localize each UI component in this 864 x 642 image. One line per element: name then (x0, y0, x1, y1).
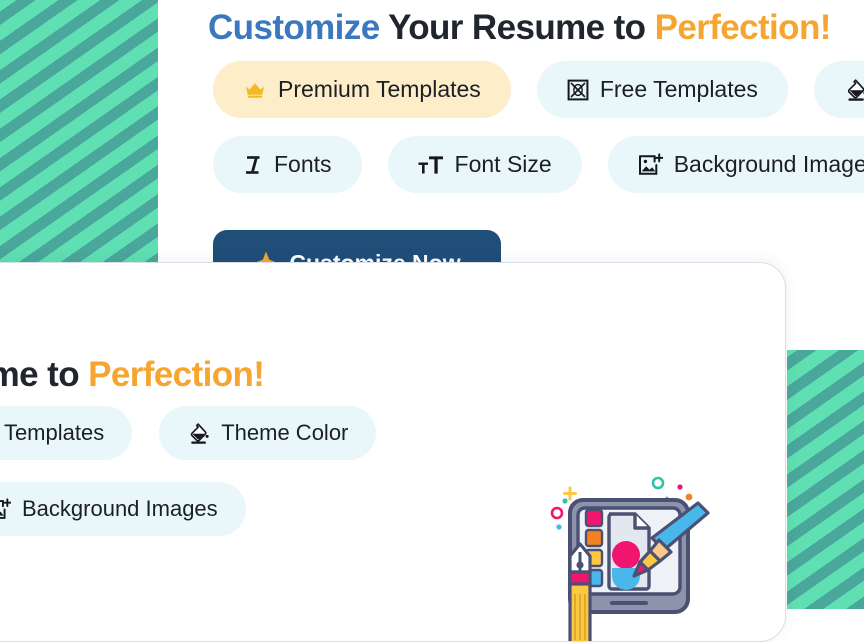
stripe-pattern (787, 350, 864, 609)
pill-label: Theme Color (221, 420, 349, 445)
card-pill-theme-color[interactable]: Theme Color (159, 406, 377, 460)
card-pill-background-images[interactable]: Background Images (0, 482, 246, 536)
pill-free-templates[interactable]: Free Templates (536, 61, 788, 118)
font-size-icon (418, 154, 444, 176)
pill-label: Premium Templates (278, 76, 481, 102)
card-title-highlight-orange: Perfection! (88, 355, 265, 395)
pill-premium-templates[interactable]: Premium Templates (213, 61, 511, 118)
pill-label: Free Templates (599, 76, 758, 102)
page-title-highlight-blue: Customize (208, 8, 380, 48)
pill-label: Fonts (274, 151, 332, 177)
page-title: Customize Your Resume to Perfection! (208, 7, 831, 49)
feature-pill-row-1: Premium Templates Free Templates Theme C… (213, 61, 864, 118)
pill-label: Background Images (673, 151, 864, 177)
page-title-highlight-orange: Perfection! (654, 8, 832, 48)
card-pill-free-templates[interactable]: Free Templates (0, 406, 133, 460)
card-title: sume to Perfection! (0, 354, 265, 396)
paint-bucket-icon (187, 422, 210, 445)
pill-theme-color[interactable]: Theme Color (813, 61, 864, 118)
decorative-stripe-panel-left (0, 0, 158, 266)
pill-label: Font Size (454, 151, 552, 177)
paint-bucket-icon (844, 78, 864, 102)
card-title-plain: sume to (0, 355, 80, 395)
overlay-card: sume to Perfection! Free Templates Theme… (0, 262, 786, 642)
card-feature-pill-row-2: Background Images (0, 482, 246, 536)
pill-label: Free Templates (0, 420, 105, 445)
crown-icon (243, 78, 267, 102)
design-tablet-illustration (546, 470, 726, 641)
add-image-icon (0, 497, 11, 521)
pill-background-images[interactable]: Background Images (607, 136, 864, 193)
decorative-stripe-panel-right (787, 350, 864, 609)
card-feature-pill-row-1: Free Templates Theme Color (0, 406, 377, 460)
stripe-pattern (0, 0, 158, 266)
add-image-icon (638, 152, 663, 177)
page-title-plain: Your Resume to (379, 8, 655, 48)
feature-pill-row-2: Fonts Font Size Background Images (213, 136, 864, 193)
pill-fonts[interactable]: Fonts (213, 136, 362, 193)
pill-label: Background Images (22, 496, 218, 521)
italic-i-icon (243, 154, 263, 176)
pill-font-size[interactable]: Font Size (387, 136, 582, 193)
boxed-x-icon (567, 79, 589, 101)
